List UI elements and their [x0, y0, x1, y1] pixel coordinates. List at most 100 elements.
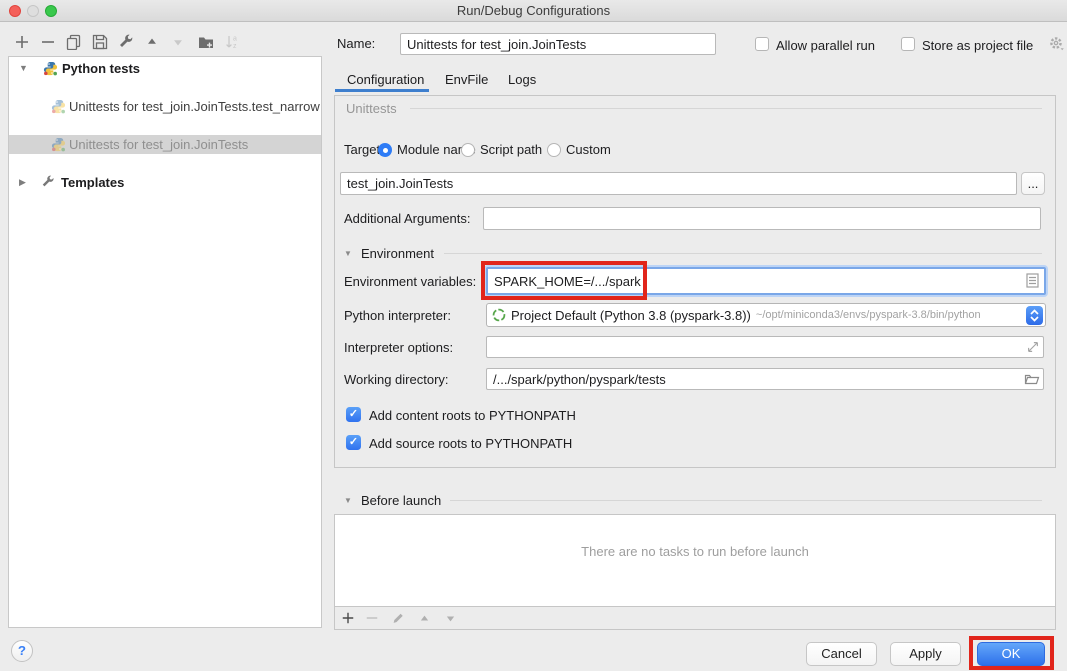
environment-variables-label: Environment variables: [344, 274, 476, 289]
folder-icon[interactable] [1024, 371, 1040, 387]
working-directory-label: Working directory: [344, 372, 449, 387]
collapse-triangle-icon[interactable]: ▼ [344, 249, 352, 258]
chevron-down-icon[interactable]: ▼ [19, 59, 28, 78]
copy-icon [66, 34, 82, 50]
edit-variables-list-icon[interactable] [1026, 273, 1039, 288]
edit-templates-button[interactable] [116, 32, 136, 52]
additional-arguments-label: Additional Arguments: [344, 211, 470, 226]
active-tab-underline [335, 89, 429, 92]
edit-task-button[interactable] [388, 608, 408, 628]
copy-configuration-button[interactable] [64, 32, 84, 52]
store-as-project-file-checkbox[interactable] [901, 37, 915, 51]
interpreter-env-icon [492, 308, 506, 322]
radio-custom[interactable] [547, 143, 561, 157]
plus-icon [341, 611, 355, 625]
help-button[interactable]: ? [11, 640, 33, 662]
interpreter-path: ~/opt/miniconda3/envs/pyspark-3.8/bin/py… [756, 309, 981, 321]
allow-parallel-run-checkbox[interactable] [755, 37, 769, 51]
name-label: Name: [337, 36, 375, 51]
store-as-project-file-label: Store as project file [922, 38, 1033, 53]
section-divider [410, 108, 1042, 109]
tree-item-label: Unittests for test_join.JoinTests.test_n… [69, 97, 320, 116]
configurations-tree: ▼ Python tests Unittests for test_join.J… [8, 56, 322, 628]
tab-envfile[interactable]: EnvFile [445, 72, 488, 87]
tab-logs[interactable]: Logs [508, 72, 536, 87]
triangle-down-icon [444, 612, 457, 625]
environment-variables-field [486, 267, 1046, 295]
before-launch-task-list[interactable]: There are no tasks to run before launch [334, 514, 1056, 607]
move-up-button[interactable] [142, 32, 162, 52]
title-bar: Run/Debug Configurations [0, 0, 1067, 22]
remove-configuration-button[interactable] [38, 32, 58, 52]
add-content-roots-label: Add content roots to PYTHONPATH [369, 408, 576, 423]
window-title: Run/Debug Configurations [0, 3, 1067, 18]
interpreter-options-input[interactable] [486, 336, 1044, 358]
module-name-input[interactable] [340, 172, 1017, 195]
radio-module-name[interactable] [378, 143, 392, 157]
tree-item-label: Python tests [62, 59, 140, 78]
gear-icon[interactable] [1048, 35, 1066, 56]
before-launch-empty-text: There are no tasks to run before launch [581, 544, 809, 559]
expand-field-icon[interactable] [1026, 340, 1040, 354]
python-interpreter-label: Python interpreter: [344, 308, 451, 323]
svg-text:a: a [233, 36, 237, 43]
python-interpreter-select[interactable]: Project Default (Python 3.8 (pyspark-3.8… [486, 303, 1046, 327]
environment-section-title: Environment [361, 246, 434, 261]
radio-custom-label: Custom [566, 142, 611, 157]
run-debug-configurations-dialog: Run/Debug Configurations az ▼ Python tes… [0, 0, 1067, 671]
move-down-button[interactable] [168, 32, 188, 52]
sort-configurations-button[interactable]: az [222, 32, 242, 52]
add-content-roots-checkbox[interactable]: ✓ [346, 407, 361, 422]
before-launch-section-title: Before launch [361, 493, 441, 508]
new-folder-button[interactable] [196, 32, 216, 52]
move-task-up-button[interactable] [414, 608, 434, 628]
svg-text:z: z [233, 43, 237, 50]
select-stepper-icon[interactable] [1026, 306, 1043, 325]
interpreter-value: Project Default (Python 3.8 (pyspark-3.8… [511, 308, 751, 323]
minus-icon [365, 611, 379, 625]
wrench-icon [118, 34, 134, 50]
working-directory-input[interactable] [486, 368, 1044, 390]
tree-item-test-narrow[interactable]: Unittests for test_join.JoinTests.test_n… [9, 97, 321, 116]
radio-script-path-label: Script path [480, 142, 542, 157]
tree-item-templates[interactable]: ▶ Templates [9, 173, 321, 192]
tree-item-jointests-selected[interactable]: Unittests for test_join.JoinTests [9, 135, 321, 154]
tree-item-label: Templates [61, 173, 124, 192]
environment-variables-input[interactable] [488, 269, 1044, 293]
python-test-config-icon [51, 137, 66, 154]
triangle-down-icon [171, 35, 185, 49]
folder-plus-icon [198, 34, 214, 50]
save-icon [92, 34, 108, 50]
section-divider [450, 500, 1042, 501]
allow-parallel-run-label: Allow parallel run [776, 38, 875, 53]
interpreter-options-label: Interpreter options: [344, 340, 453, 355]
additional-arguments-input[interactable] [483, 207, 1041, 230]
save-configuration-button[interactable] [90, 32, 110, 52]
sort-az-icon: az [224, 34, 240, 50]
tree-item-label: Unittests for test_join.JoinTests [69, 135, 248, 154]
triangle-up-icon [145, 35, 159, 49]
add-task-button[interactable] [338, 608, 358, 628]
chevron-right-icon[interactable]: ▶ [19, 173, 26, 192]
apply-button[interactable]: Apply [890, 642, 961, 666]
collapse-triangle-icon[interactable]: ▼ [344, 496, 352, 505]
cancel-button[interactable]: Cancel [806, 642, 877, 666]
tree-item-python-tests[interactable]: ▼ Python tests [9, 59, 321, 78]
python-tests-icon [43, 61, 58, 78]
radio-script-path[interactable] [461, 143, 475, 157]
remove-task-button[interactable] [362, 608, 382, 628]
unittests-section-title: Unittests [346, 101, 397, 116]
section-divider [444, 253, 1042, 254]
name-input[interactable] [400, 33, 716, 55]
python-test-config-icon [51, 99, 66, 116]
ok-button[interactable]: OK [977, 642, 1045, 666]
move-task-down-button[interactable] [440, 608, 460, 628]
templates-wrench-icon [41, 175, 55, 192]
pencil-icon [391, 611, 405, 625]
tab-configuration[interactable]: Configuration [347, 72, 424, 87]
add-source-roots-label: Add source roots to PYTHONPATH [369, 436, 572, 451]
add-source-roots-checkbox[interactable]: ✓ [346, 435, 361, 450]
triangle-up-icon [418, 612, 431, 625]
add-configuration-button[interactable] [12, 32, 32, 52]
browse-module-button[interactable]: ... [1021, 172, 1045, 195]
